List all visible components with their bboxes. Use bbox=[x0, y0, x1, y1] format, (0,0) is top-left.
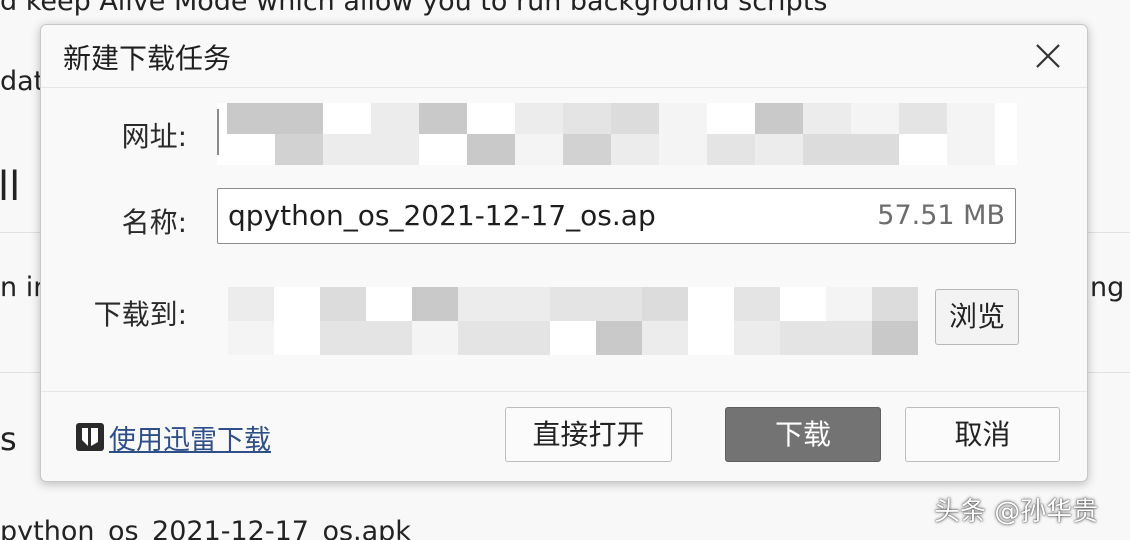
mosaic-cell bbox=[734, 287, 780, 321]
browse-button[interactable]: 浏览 bbox=[935, 289, 1019, 345]
background-text-line: python_os_2021-12-17_os.apk bbox=[0, 516, 411, 540]
mosaic-cell bbox=[899, 103, 947, 134]
name-field[interactable]: qpython_os_2021-12-17_os.ap 57.51 MB bbox=[217, 188, 1016, 244]
watermark-text: 头条 @孙华贵 bbox=[934, 497, 1099, 527]
mosaic-cell bbox=[467, 103, 515, 134]
url-field[interactable] bbox=[217, 103, 1017, 165]
use-xunlei-label: 使用迅雷下载 bbox=[109, 424, 271, 456]
mosaic-cell bbox=[320, 287, 366, 321]
mosaic-cell bbox=[563, 103, 611, 134]
name-label: 名称: bbox=[121, 206, 187, 239]
background-text-line: d keep Alive Mode which allow you to run… bbox=[0, 0, 828, 17]
mosaic-cell bbox=[734, 321, 780, 355]
file-name-value: qpython_os_2021-12-17_os.ap bbox=[228, 199, 656, 232]
mosaic-cell bbox=[611, 134, 659, 165]
mosaic-cell bbox=[596, 321, 642, 355]
mosaic-cell bbox=[228, 321, 274, 355]
download-button[interactable]: 下载 bbox=[725, 407, 881, 462]
text-cursor bbox=[217, 109, 219, 155]
mosaic-cell bbox=[515, 134, 563, 165]
mosaic-cell bbox=[707, 134, 755, 165]
new-download-dialog: 新建下载任务 网址: 名称: qpython_os_2021-12-17_os.… bbox=[40, 24, 1088, 482]
mosaic-cell bbox=[803, 103, 851, 134]
file-size-value: 57.51 MB bbox=[877, 200, 1005, 231]
mosaic-cell bbox=[504, 321, 550, 355]
save-path-label: 下载到: bbox=[93, 298, 187, 331]
dialog-title: 新建下载任务 bbox=[63, 42, 232, 75]
dialog-titlebar: 新建下载任务 bbox=[41, 25, 1087, 88]
mosaic-cell bbox=[371, 134, 419, 165]
mosaic-cell bbox=[596, 287, 642, 321]
mosaic-cell bbox=[550, 321, 596, 355]
background-heading: ll bbox=[0, 164, 21, 210]
mosaic-cell bbox=[274, 321, 320, 355]
mosaic-cell bbox=[947, 103, 995, 134]
mosaic-cell bbox=[274, 287, 320, 321]
background-text-line: dat bbox=[0, 66, 45, 97]
save-path-pixelated-value bbox=[228, 287, 918, 355]
save-path-field[interactable] bbox=[228, 287, 918, 355]
mosaic-cell bbox=[458, 287, 504, 321]
mosaic-cell bbox=[419, 134, 467, 165]
mosaic-cell bbox=[515, 103, 563, 134]
mosaic-cell bbox=[419, 103, 467, 134]
cancel-button[interactable]: 取消 bbox=[905, 407, 1060, 462]
background-text-line: ng bbox=[1090, 272, 1125, 303]
mosaic-cell bbox=[780, 321, 826, 355]
background-text-line: s bbox=[0, 420, 17, 458]
mosaic-cell bbox=[611, 103, 659, 134]
mosaic-cell bbox=[826, 287, 872, 321]
mosaic-cell bbox=[323, 134, 371, 165]
mosaic-cell bbox=[755, 103, 803, 134]
mosaic-cell bbox=[458, 321, 504, 355]
mosaic-cell bbox=[504, 287, 550, 321]
use-xunlei-link[interactable]: 使用迅雷下载 bbox=[75, 417, 271, 457]
mosaic-cell bbox=[688, 287, 734, 321]
mosaic-cell bbox=[872, 287, 918, 321]
url-label: 网址: bbox=[121, 120, 187, 153]
footer-divider bbox=[41, 391, 1087, 392]
mosaic-cell bbox=[642, 287, 688, 321]
mosaic-cell bbox=[826, 321, 872, 355]
mosaic-cell bbox=[851, 103, 899, 134]
mosaic-cell bbox=[947, 134, 995, 165]
mosaic-cell bbox=[755, 134, 803, 165]
mosaic-cell bbox=[659, 103, 707, 134]
mosaic-cell bbox=[872, 321, 918, 355]
mosaic-cell bbox=[323, 103, 371, 134]
xunlei-icon bbox=[76, 423, 104, 451]
mosaic-cell bbox=[659, 134, 707, 165]
mosaic-cell bbox=[563, 134, 611, 165]
mosaic-cell bbox=[412, 287, 458, 321]
mosaic-cell bbox=[366, 321, 412, 355]
url-pixelated-value bbox=[227, 103, 995, 165]
mosaic-cell bbox=[688, 321, 734, 355]
mosaic-cell bbox=[803, 134, 851, 165]
mosaic-cell bbox=[707, 103, 755, 134]
mosaic-cell bbox=[228, 287, 274, 321]
mosaic-cell bbox=[550, 287, 596, 321]
mosaic-cell bbox=[366, 287, 412, 321]
mosaic-cell bbox=[371, 103, 419, 134]
mosaic-cell bbox=[899, 134, 947, 165]
close-icon[interactable] bbox=[1031, 39, 1065, 73]
mosaic-cell bbox=[642, 321, 688, 355]
mosaic-cell bbox=[227, 103, 275, 134]
mosaic-cell bbox=[227, 134, 275, 165]
mosaic-cell bbox=[320, 321, 366, 355]
mosaic-cell bbox=[780, 287, 826, 321]
mosaic-cell bbox=[275, 134, 323, 165]
open-directly-button[interactable]: 直接打开 bbox=[505, 407, 672, 462]
mosaic-cell bbox=[467, 134, 515, 165]
mosaic-cell bbox=[275, 103, 323, 134]
mosaic-cell bbox=[412, 321, 458, 355]
mosaic-cell bbox=[851, 134, 899, 165]
